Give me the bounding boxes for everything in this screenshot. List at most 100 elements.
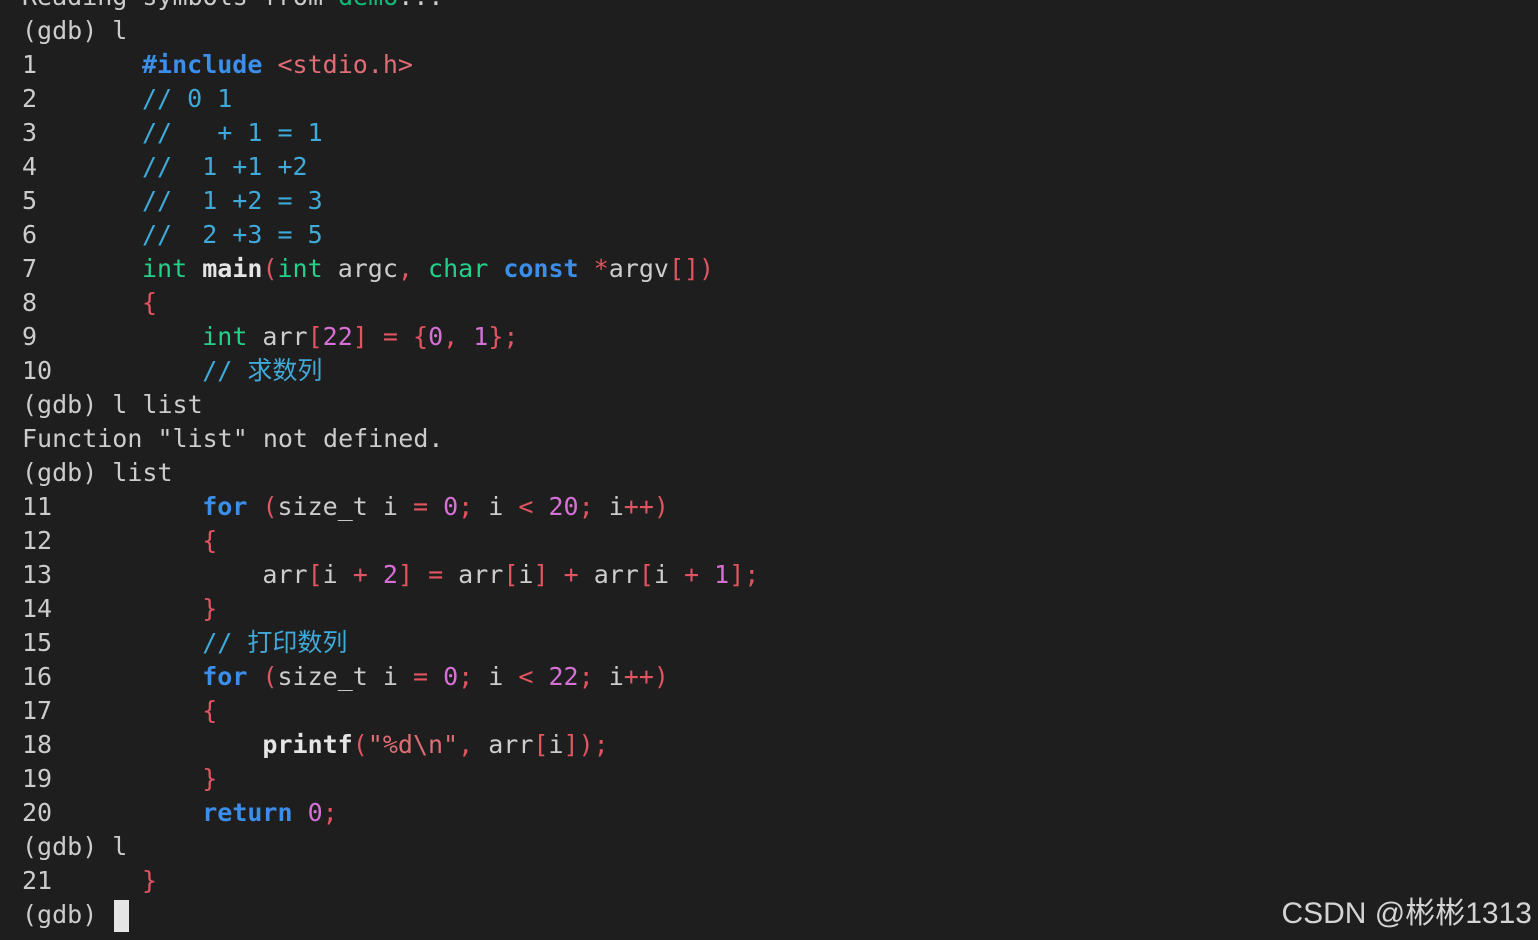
code-token: ] <box>352 322 368 351</box>
code-token: ( <box>352 730 368 759</box>
code-token: * <box>593 254 609 283</box>
line-number: 10 <box>22 356 53 385</box>
console-line: Function "list" not defined. <box>22 422 759 456</box>
code-token: // 求数列 <box>142 356 323 385</box>
code-token: ++) <box>623 492 669 521</box>
code-token: demo <box>338 0 398 11</box>
code-token: for <box>202 492 248 521</box>
source-line: 21} <box>22 864 759 898</box>
code-token: = <box>428 560 444 589</box>
prompt-line[interactable]: (gdb) <box>22 898 759 932</box>
text-cursor <box>114 900 130 932</box>
code-token: }; <box>488 322 519 351</box>
code-token: for <box>202 662 248 691</box>
code-token: int <box>142 254 188 283</box>
code-token: []) <box>668 254 715 283</box>
line-number: 9 <box>22 322 38 351</box>
code-token: i <box>653 560 685 589</box>
code-token: printf <box>262 730 353 759</box>
code-token: // 1 +2 = 3 <box>142 186 323 215</box>
source-line: 16 for (size_t i = 0; i < 22; i++) <box>22 660 759 694</box>
code-token: , <box>458 730 474 759</box>
line-number: 18 <box>22 730 53 759</box>
line-number: 12 <box>22 526 53 555</box>
console-line: Reading symbols from demo... <box>22 0 759 14</box>
code-token: // 2 +3 = 5 <box>142 220 323 249</box>
code-token: size_t i <box>277 492 413 521</box>
line-number: 2 <box>22 84 38 113</box>
line-number: 20 <box>22 798 53 827</box>
line-number: 1 <box>22 50 38 79</box>
code-token: ( <box>262 492 278 521</box>
source-line: 7 int main(int argc, char const *argv[]) <box>22 252 759 286</box>
source-line: 1 #include <stdio.h> <box>22 48 759 82</box>
code-token: 0 <box>443 662 459 691</box>
code-token: const <box>503 254 579 283</box>
code-token: [ <box>533 730 549 759</box>
source-line: 13 arr[i + 2] = arr[i] + arr[i + 1]; <box>22 558 759 592</box>
code-token: + <box>352 560 368 589</box>
code-token: ( <box>262 662 278 691</box>
code-token: arr <box>443 560 504 589</box>
line-number: 16 <box>22 662 53 691</box>
code-token: i <box>322 560 353 589</box>
code-token: i <box>473 492 519 521</box>
code-token: { <box>202 526 218 555</box>
console-line: (gdb) l list <box>22 388 759 422</box>
code-token: 22 <box>322 322 353 351</box>
code-token: arr <box>247 322 308 351</box>
line-number: 6 <box>22 220 38 249</box>
code-token: (gdb) l <box>22 16 128 45</box>
console-line: (gdb) l <box>22 14 759 48</box>
line-number: 7 <box>22 254 38 283</box>
code-token: ... <box>398 0 443 11</box>
source-line: 11 for (size_t i = 0; i < 20; i++) <box>22 490 759 524</box>
line-number: 11 <box>22 492 53 521</box>
code-token: ]; <box>729 560 760 589</box>
code-token: argc <box>322 254 398 283</box>
code-token: int <box>277 254 323 283</box>
source-line: 18 printf("%d\n", arr[i]); <box>22 728 759 762</box>
gdb-terminal[interactable]: Reading symbols from demo... (gdb) l 1 #inc… <box>0 0 1538 940</box>
source-line: 9 int arr[22] = {0, 1}; <box>22 320 759 354</box>
code-token: i <box>593 662 624 691</box>
source-line: 5 // 1 +2 = 3 <box>22 184 759 218</box>
source-line: 12 { <box>22 524 759 558</box>
source-line: 8{ <box>22 286 759 320</box>
code-token: { <box>142 288 158 317</box>
code-token: i <box>518 560 534 589</box>
line-number: 19 <box>22 764 53 793</box>
code-token: ++) <box>623 662 669 691</box>
source-line: 3 // + 1 = 1 <box>22 116 759 150</box>
code-token: = <box>412 492 429 521</box>
line-number: 13 <box>22 560 53 589</box>
code-token: = <box>382 322 398 351</box>
code-token: arr <box>473 730 534 759</box>
code-token: < <box>518 492 534 521</box>
code-token: [ <box>503 560 519 589</box>
gdb-prompt: (gdb) <box>22 900 113 929</box>
code-token: "%d\n" <box>367 730 459 759</box>
source-line: 6 // 2 +3 = 5 <box>22 218 759 252</box>
line-number: 8 <box>22 288 38 317</box>
code-token: ; <box>458 662 474 691</box>
console-line: (gdb) list <box>22 456 759 490</box>
code-token: + <box>563 560 579 589</box>
code-token: ( <box>262 254 278 283</box>
code-token: Reading symbols from <box>22 0 338 11</box>
